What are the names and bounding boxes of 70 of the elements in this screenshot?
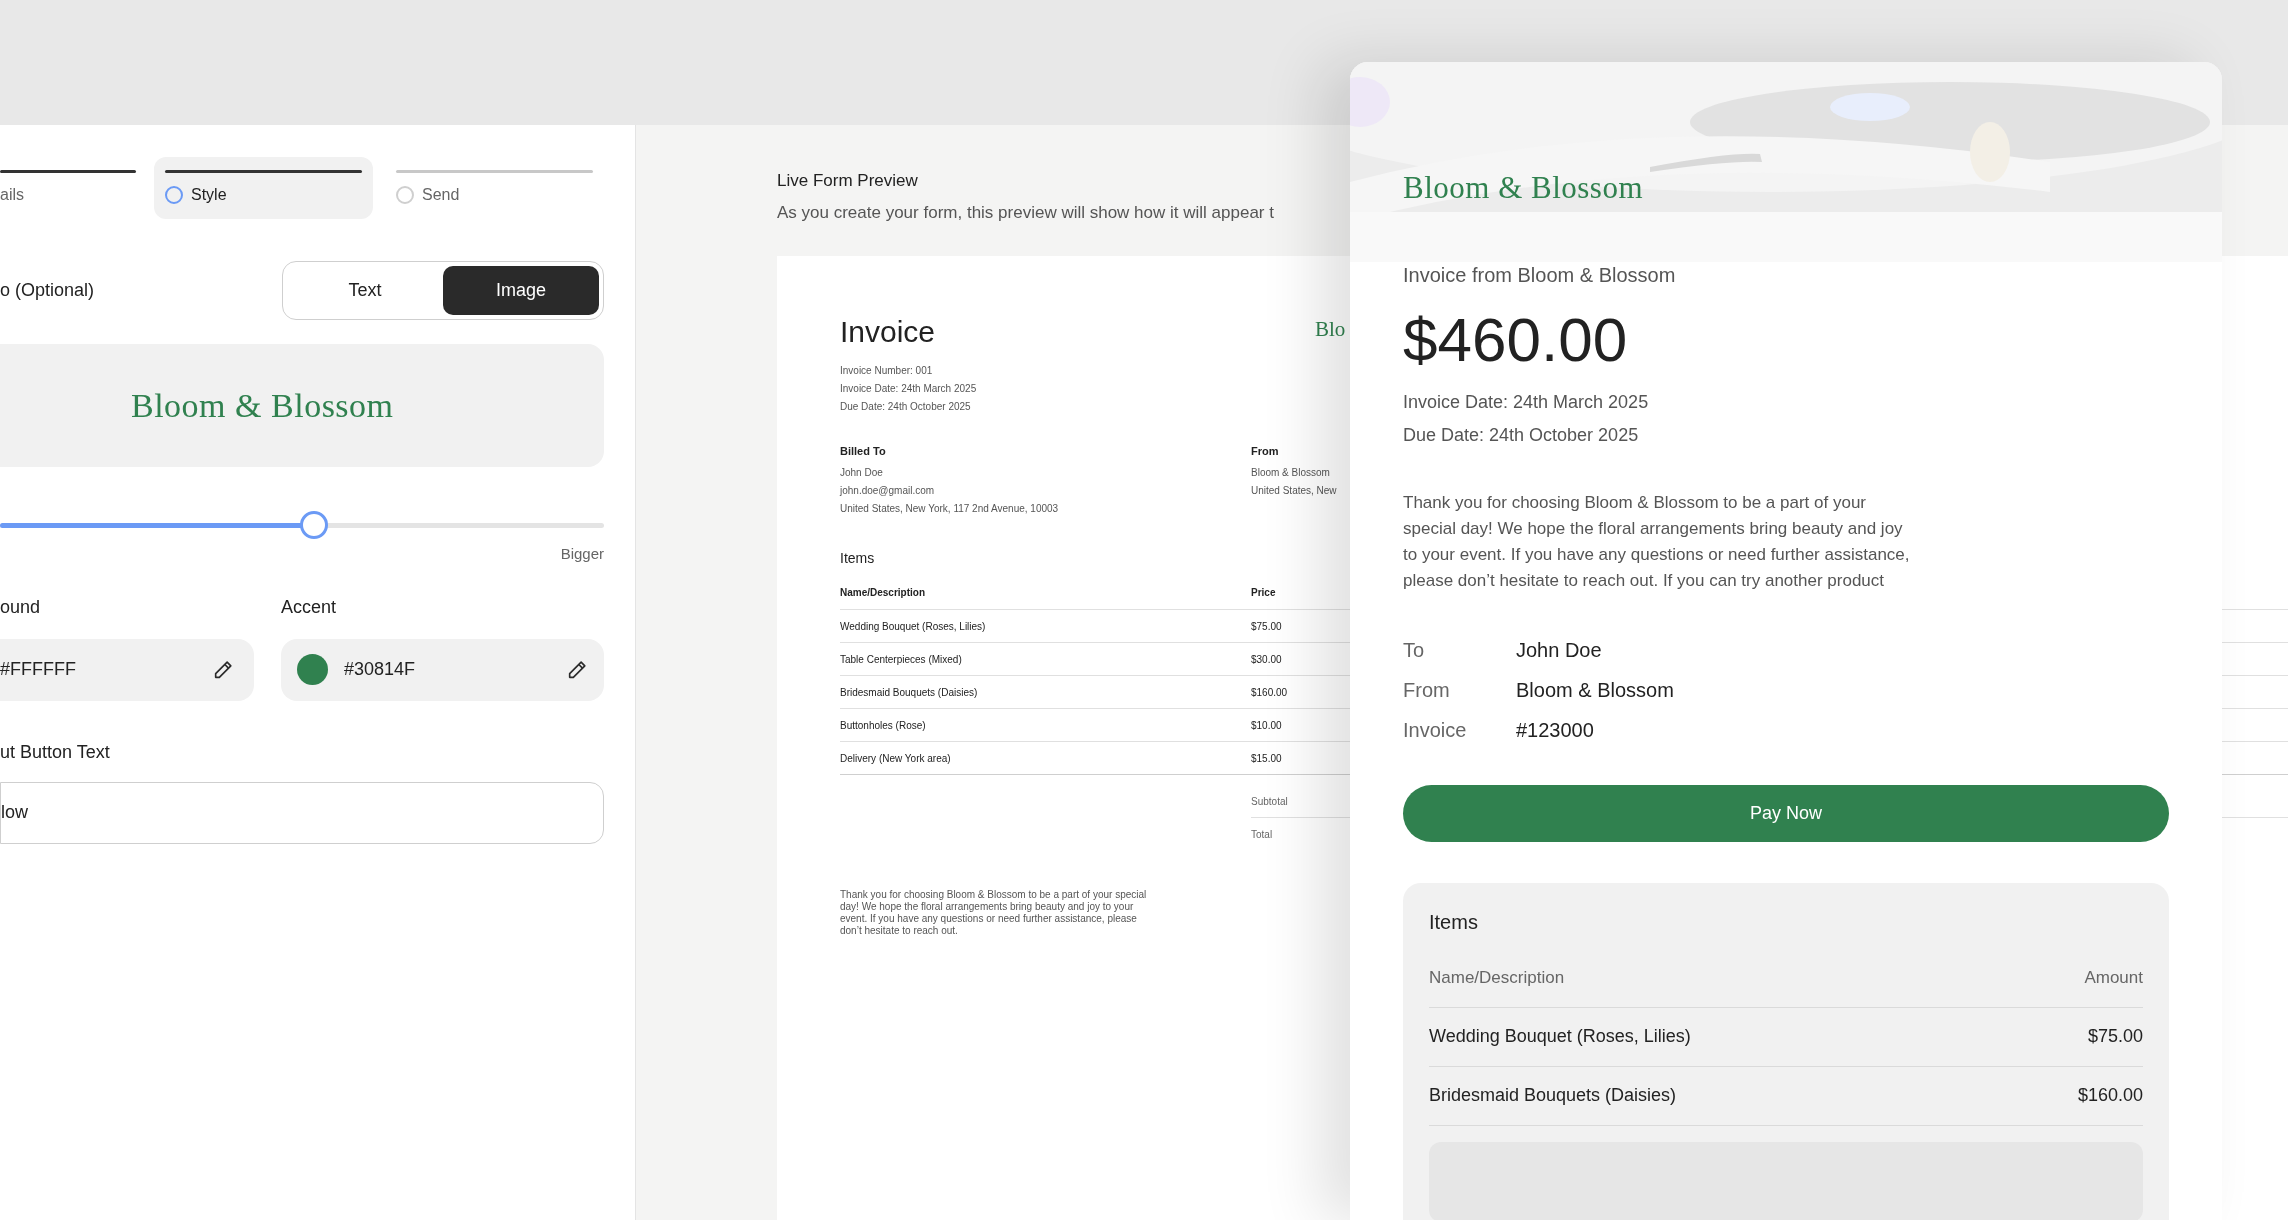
detail-label: To bbox=[1403, 638, 1426, 663]
table-cell-text: Bridesmaid Bouquets (Daisies) bbox=[840, 685, 979, 700]
preview-subtitle: As you create your form, this preview will show how it will appear t bbox=[777, 202, 1274, 224]
document-heading: Invoice bbox=[840, 314, 937, 350]
table-cell-text: Table Centerpieces (Mixed) bbox=[840, 652, 963, 667]
column-header: Name/Description bbox=[840, 586, 927, 600]
segment-option[interactable]: Text bbox=[287, 266, 443, 315]
step-tab[interactable]: Send bbox=[385, 157, 604, 219]
column-header: Price bbox=[1251, 586, 1276, 600]
field-label: o (Optional) bbox=[0, 279, 95, 302]
color-field[interactable]: #FFFFFF bbox=[0, 638, 254, 701]
table-cell-text: $75.00 bbox=[2087, 1025, 2143, 1048]
table-cell-text: Bridesmaid Bouquets (Daisies) bbox=[1429, 1084, 1677, 1107]
address-line: Bloom & Blossom bbox=[1251, 466, 1330, 480]
logo: Bloom & Blossom bbox=[1403, 169, 1644, 207]
table-cell-text: $160.00 bbox=[2077, 1084, 2143, 1107]
step-tab[interactable]: Style bbox=[153, 157, 373, 219]
table-cell-text: Delivery (New York area) bbox=[840, 751, 952, 766]
field-label: Accent bbox=[281, 595, 338, 619]
total-label: Total bbox=[1251, 828, 1273, 842]
detail-value: #123000 bbox=[1516, 718, 1594, 743]
invoice-meta: Due Date: 24th October 2025 bbox=[840, 400, 971, 414]
table-cell-text: Wedding Bouquet (Roses, Lilies) bbox=[1429, 1025, 1691, 1048]
slider-thumb[interactable] bbox=[300, 511, 329, 539]
pencil-icon[interactable] bbox=[566, 658, 588, 681]
section-heading: Items bbox=[1429, 910, 1478, 935]
section-label: From bbox=[1251, 444, 1280, 458]
column-header: Amount bbox=[2084, 967, 2143, 989]
table-cell-text: Buttonholes (Rose) bbox=[840, 718, 927, 733]
table-cell-text: $15.00 bbox=[1251, 751, 1282, 766]
table-cell-text: $10.00 bbox=[1251, 718, 1282, 733]
pay-now-button[interactable]: Pay Now bbox=[1403, 785, 2169, 842]
radio-icon bbox=[396, 186, 414, 204]
address-line: United States, New York, 117 2nd Avenue, 10003 bbox=[840, 502, 1059, 516]
invoice-date: Invoice Date: 24th March 2025 bbox=[1403, 391, 1649, 414]
size-slider[interactable] bbox=[0, 511, 604, 539]
table-cell-text: $75.00 bbox=[1251, 619, 1282, 634]
invoice-meta: Invoice Date: 24th March 2025 bbox=[840, 382, 977, 396]
message: Thank you for choosing Bloom & Blossom to be a part of your special day! We hope the floral arrangements bring beauty and joy to your event. If you have any questions or need further assistance, please don’t hesitate to reach out. If you can try another product bbox=[1403, 492, 1911, 592]
radio-icon bbox=[164, 186, 183, 204]
address-line: john.doe@gmail.com bbox=[840, 484, 935, 498]
field-label: ut Button Text bbox=[0, 740, 111, 764]
total-label: Subtotal bbox=[1251, 794, 1288, 809]
detail-label: From bbox=[1403, 678, 1451, 703]
field-label: ound bbox=[0, 595, 42, 619]
preview-title: Live Form Preview bbox=[777, 170, 918, 192]
section-label: Billed To bbox=[840, 444, 887, 458]
table-cell-text: $30.00 bbox=[1251, 652, 1282, 667]
step-tab[interactable]: ails bbox=[0, 157, 142, 219]
detail-value: John Doe bbox=[1516, 638, 1602, 663]
detail-label: Invoice bbox=[1403, 718, 1468, 743]
slider-max-label: Bigger bbox=[560, 544, 604, 564]
segment-option[interactable]: Image bbox=[443, 266, 599, 315]
invoice-from: Invoice from Bloom & Blossom bbox=[1403, 263, 1676, 288]
column-header: Name/Description bbox=[1429, 967, 1565, 989]
table-cell-text: Wedding Bouquet (Roses, Lilies) bbox=[840, 619, 987, 634]
thank-you-note: Thank you for choosing Bloom & Blossom to be a part of your special day! We hope the floral arrangements bring beauty and joy to your event. If you have any questions or need further assistance, please don’t hesitate to reach out. bbox=[840, 889, 1148, 937]
detail-value: Bloom & Blossom bbox=[1516, 678, 1674, 703]
logo: Bloom & Blossom bbox=[131, 386, 394, 426]
logo: Blo bbox=[1315, 316, 1346, 342]
invoice-meta: Invoice Number: 001 bbox=[840, 364, 933, 378]
address-line: United States, New bbox=[1251, 484, 1337, 498]
invoice-date: Due Date: 24th October 2025 bbox=[1403, 424, 1639, 447]
pencil-icon[interactable] bbox=[212, 658, 234, 681]
text-input[interactable]: low bbox=[0, 781, 604, 844]
address-line: John Doe bbox=[840, 466, 883, 480]
section-heading: Items bbox=[840, 549, 875, 568]
invoice-amount: $460.00 bbox=[1403, 304, 1628, 376]
table-cell-text: $160.00 bbox=[1251, 685, 1288, 700]
color-field[interactable]: #30814F bbox=[281, 638, 604, 701]
